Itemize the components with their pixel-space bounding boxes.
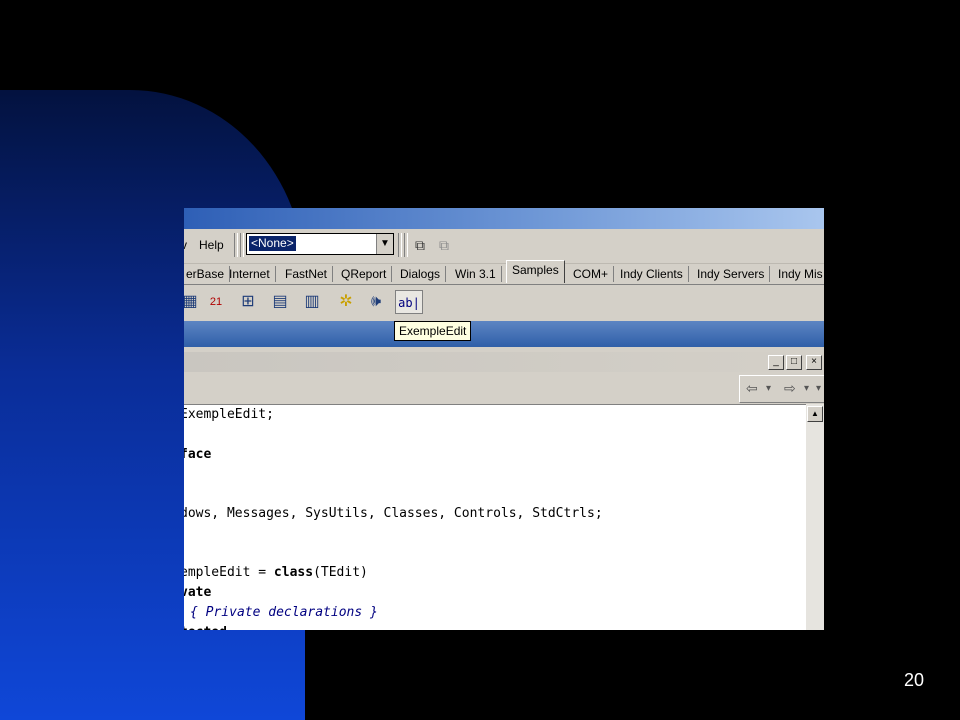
ide-screenshot: v Help <None> ▼ ⧉ ⧉ erBase Internet Fast… [184,208,824,630]
chevron-down-icon[interactable]: ▾ [804,383,809,394]
toolbar-separator [404,233,408,257]
chevron-down-icon[interactable]: ▾ [816,383,821,394]
component-combo[interactable]: <None> ▼ [246,233,394,255]
nav-buttons-group: ⇦ ▾ ⇨ ▾ ▾ [739,375,824,403]
minimize-button[interactable]: _ [768,355,784,370]
close-button[interactable]: × [806,355,822,370]
editor-titlebar: _ □ × [184,352,824,372]
code-token: empleEdit = [184,565,274,580]
code-line: tected [184,625,227,630]
combo-dropdown-icon[interactable]: ▼ [376,234,393,254]
tab-indy-servers[interactable]: Indy Servers [692,266,771,282]
code-keyword: vate [184,585,212,600]
toolbar-separator [240,233,244,257]
combo-value: <None> [249,236,296,251]
component-tooltip: ExempleEdit [394,321,472,341]
code-keyword: class [273,565,314,580]
tab-samples[interactable]: Samples [506,260,565,283]
tab-internet[interactable]: Internet [224,266,276,282]
slide-page-number: 20 [904,670,925,690]
forward-arrow-icon[interactable]: ⇨ [784,380,796,397]
form-list-icon[interactable]: ⧉ [410,235,430,255]
tab-indy-misc[interactable]: Indy Mis [773,266,824,282]
gauge-component-icon[interactable]: ▦ [184,290,202,314]
code-token: dows, Messages, SysUtils, Classes, Contr… [184,506,603,521]
back-arrow-icon[interactable]: ⇦ [746,380,758,397]
code-line: face [184,447,211,462]
code-line: vate [184,585,211,600]
maximize-button[interactable]: □ [786,355,802,370]
code-line: dows, Messages, SysUtils, Classes, Contr… [184,506,603,521]
calendar-component-icon[interactable]: 21 [204,290,228,314]
code-keyword: tected [184,625,227,630]
scroll-up-icon[interactable]: ▲ [807,406,823,422]
ide-titlebar [184,208,824,229]
toolbar-separator [398,233,402,257]
code-token: { Private declarations } [190,605,378,620]
sparkle-component-icon[interactable]: ✲ [334,290,358,314]
tab-com-plus[interactable]: COM+ [568,266,615,282]
spin-edit-icon[interactable]: ▥ [300,290,324,314]
code-line: ExempleEdit; [184,407,274,422]
tab-dialogs[interactable]: Dialogs [395,266,447,282]
component-palette-tabs: erBase Internet FastNet QReport Dialogs … [184,260,824,285]
directory-outline-icon[interactable]: ⊞ [236,290,260,314]
speaker-component-icon[interactable]: 🕪 [364,290,388,314]
menu-item-partial[interactable]: v [184,238,187,252]
menu-toolbar: v Help <None> ▼ ⧉ ⧉ [184,229,824,264]
code-editor[interactable]: ExempleEdit; face dows, Messages, SysUti… [184,404,806,630]
object-treeview-bar [184,321,824,347]
units-list-icon[interactable]: ⧉ [434,235,454,255]
chevron-down-icon[interactable]: ▾ [766,383,771,394]
menu-item-help[interactable]: Help [199,238,224,252]
color-grid-icon[interactable]: ▤ [268,290,292,314]
toolbar-separator [234,233,238,257]
code-line: empleEdit = class(TEdit) [184,565,368,580]
exemple-edit-icon[interactable]: ab| [395,290,423,314]
tab-indy-clients[interactable]: Indy Clients [615,266,689,282]
editor-nav-toolbar: ⇦ ▾ ⇨ ▾ ▾ [184,373,824,403]
code-keyword: face [184,447,212,462]
component-palette: ▦ 21 ⊞ ▤ ▥ ✲ 🕪 ab| [184,285,824,321]
vertical-scrollbar[interactable]: ▲ [806,404,824,630]
code-token: ExempleEdit; [184,407,274,422]
tab-win31[interactable]: Win 3.1 [450,266,502,282]
code-comment: { Private declarations } [190,605,378,620]
tab-qreport[interactable]: QReport [336,266,393,282]
tab-fastnet[interactable]: FastNet [280,266,334,282]
code-token: (TEdit) [313,565,368,580]
